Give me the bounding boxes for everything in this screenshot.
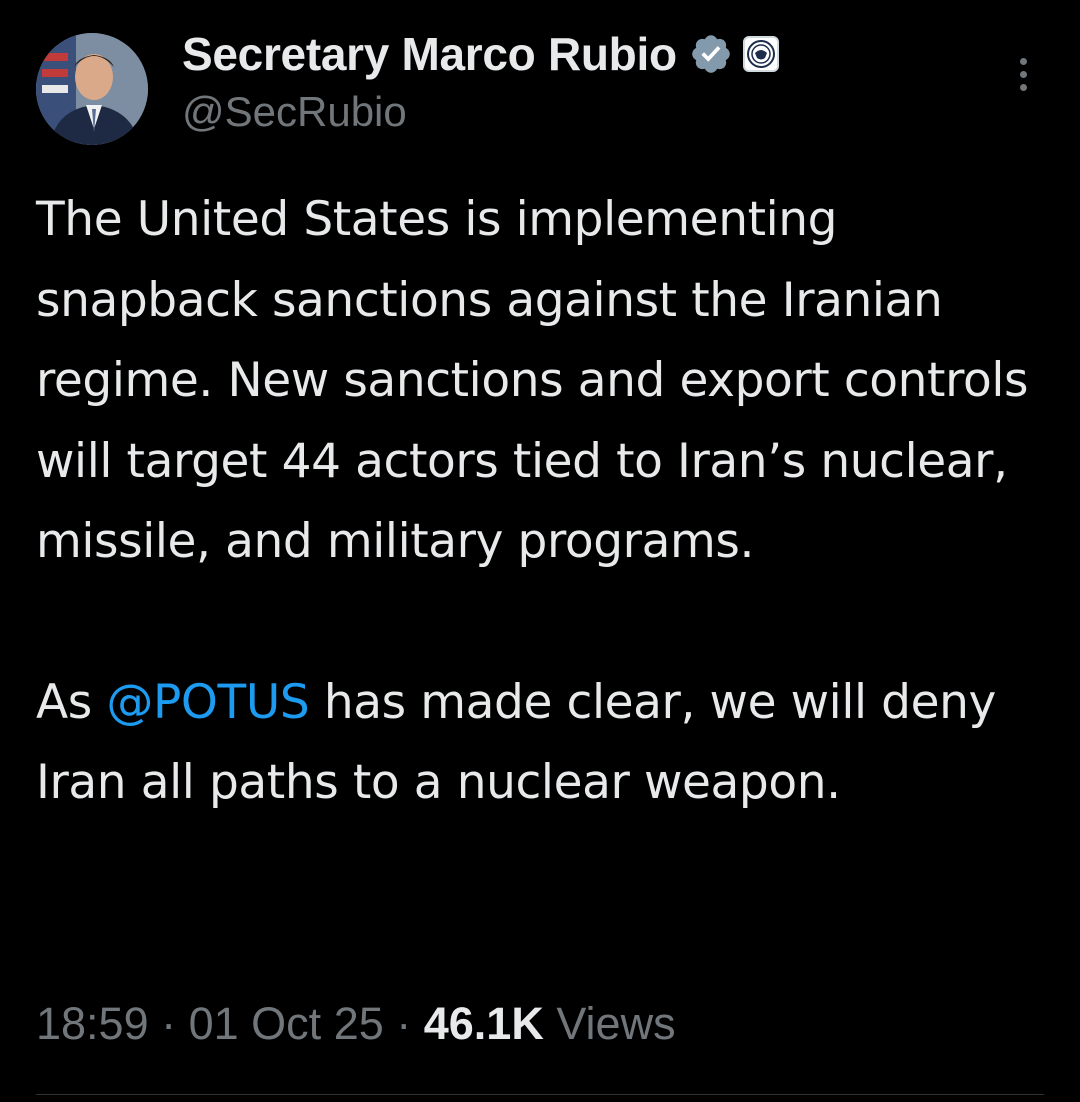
meta-separator: · [148, 998, 189, 1049]
more-dot [1019, 58, 1027, 65]
meta-separator: · [383, 998, 424, 1049]
avatar[interactable] [36, 33, 148, 145]
tweet-text: The United States is implementing snapba… [36, 180, 1046, 824]
author-name-row: Secretary Marco Rubio [182, 22, 779, 86]
views-count[interactable]: 46.1K [424, 998, 544, 1049]
views-label: Views [543, 998, 676, 1049]
author-display-name[interactable]: Secretary Marco Rubio [182, 27, 677, 81]
more-dot [1019, 84, 1027, 91]
state-department-seal-icon[interactable] [742, 36, 779, 72]
tweet-paragraph-1: The United States is implementing snapba… [36, 192, 1029, 569]
tweet-date[interactable]: 01 Oct 25 [189, 998, 384, 1049]
tweet-meta: 18:59 · 01 Oct 25 · 46.1K Views [36, 998, 676, 1050]
tweet[interactable]: Secretary Marco Rubio @SecRubio The Unit… [0, 0, 1080, 1102]
divider [36, 1094, 1044, 1095]
potus-mention-link[interactable]: @POTUS [106, 675, 309, 730]
paragraph-2-prefix: As [36, 674, 107, 730]
tweet-time[interactable]: 18:59 [36, 998, 149, 1049]
more-dot [1019, 71, 1027, 78]
author-handle[interactable]: @SecRubio [182, 88, 407, 136]
more-options-icon[interactable] [1010, 58, 1036, 98]
verified-badge-icon[interactable] [689, 32, 733, 76]
avatar-image [36, 33, 148, 145]
tweet-paragraph-2: As @POTUS has made clear, we will deny I… [36, 663, 1046, 824]
